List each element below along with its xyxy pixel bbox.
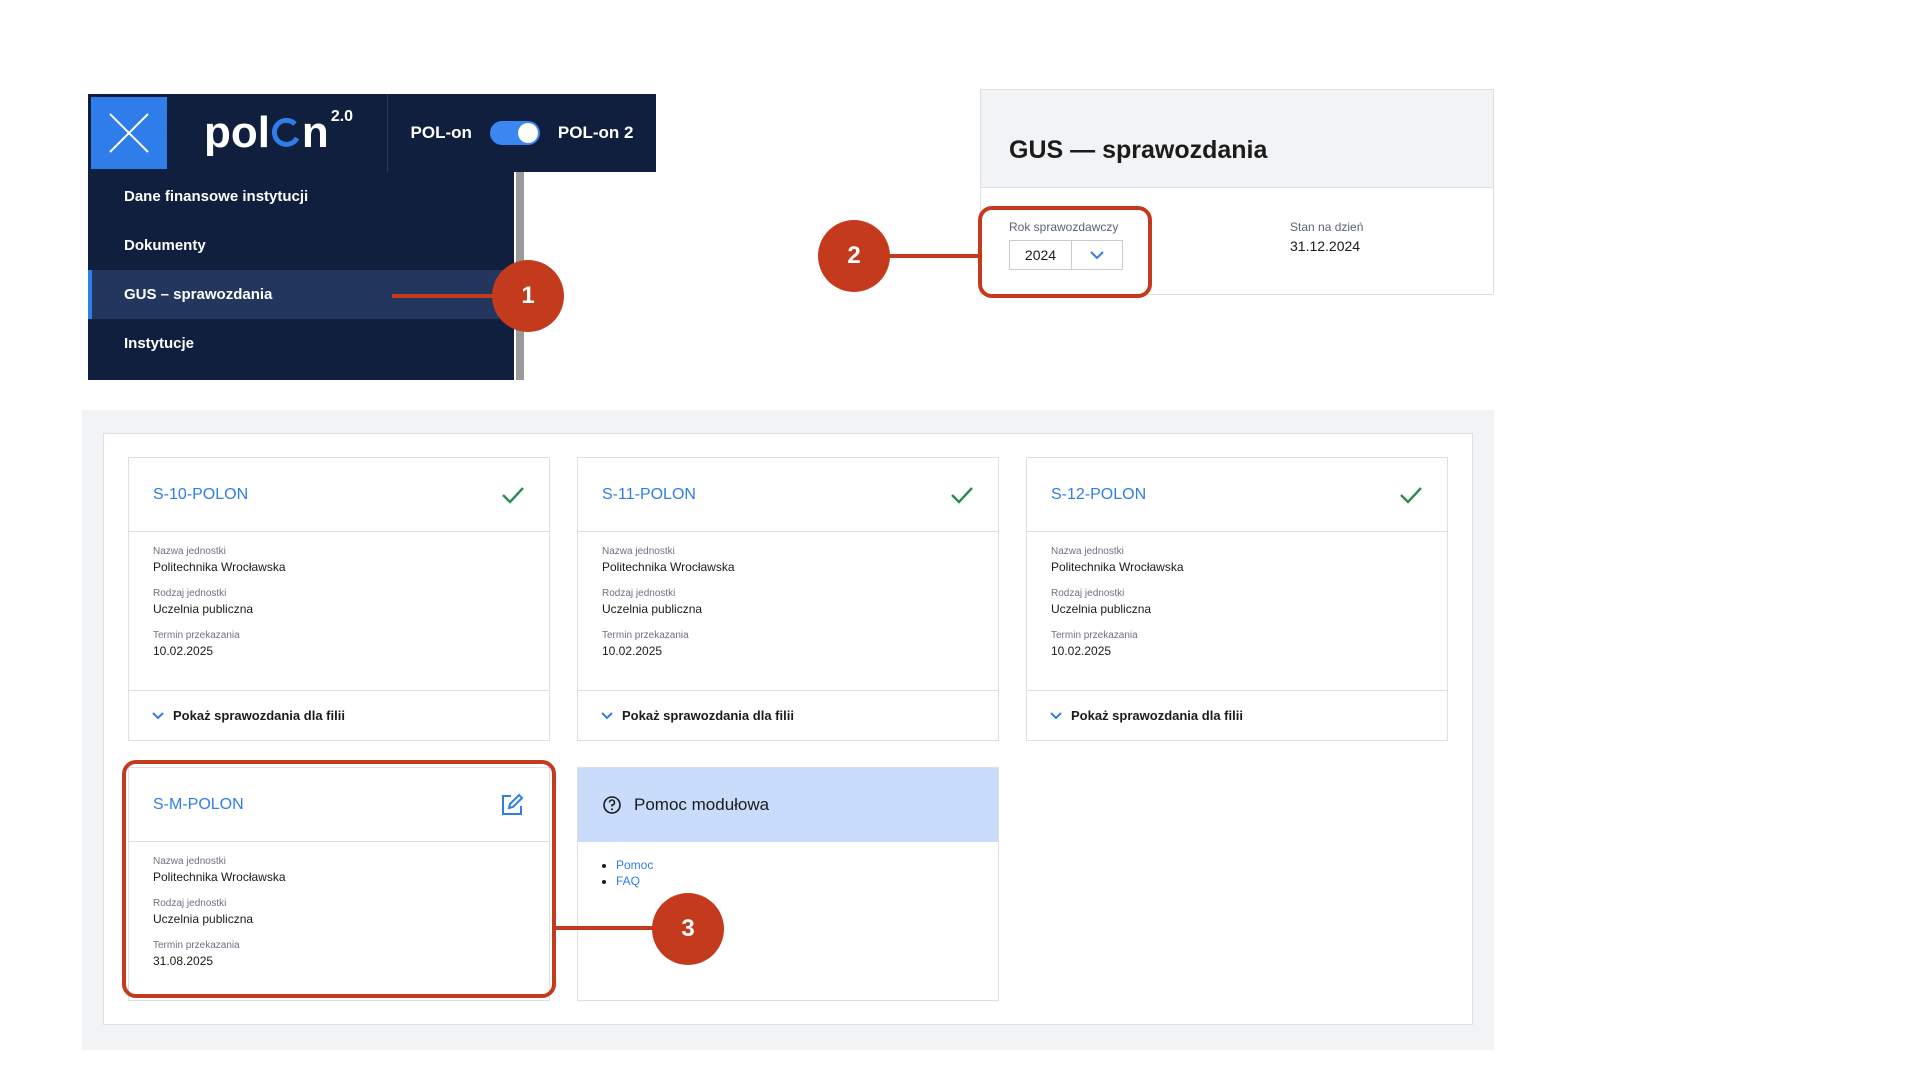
card-header: S-12-POLON [1027,458,1447,532]
help-title: Pomoc modułowa [634,795,770,814]
faq-link[interactable]: FAQ [616,874,640,888]
unit-type-label: Rodzaj jednostki [153,588,227,599]
deadline-label: Termin przekazania [1051,630,1138,641]
system-switch: POL-on POL-on 2 [388,94,656,172]
close-menu-button[interactable] [88,94,170,172]
switch-label-right: POL-on 2 [557,123,634,142]
unit-name-value: Politechnika Wrocławska [1051,560,1184,574]
unit-type-value: Uczelnia publiczna [602,602,703,616]
unit-name-label: Nazwa jednostki [602,546,675,557]
annotation-badge-2: 2 [818,220,890,292]
menu-item-documents[interactable]: Dokumenty [88,221,514,270]
card-body: Nazwa jednostki Politechnika Wrocławska … [1027,532,1447,678]
toggle-knob [517,123,538,143]
unit-type-value: Uczelnia publiczna [153,602,254,616]
annotation-line-3 [552,926,656,930]
unit-name-label: Nazwa jednostki [1051,546,1124,557]
help-header: Pomoc modułowa [578,768,998,842]
menu-item-institutions[interactable]: Instytucje [88,319,514,368]
help-link-item: Pomoc [616,858,998,872]
show-branch-reports-button[interactable]: Pokaż sprawozdania dla filii [578,690,998,740]
annotation-badge-1: 1 [492,260,564,332]
deadline-value: 10.02.2025 [153,644,214,658]
card-body: Nazwa jednostki Politechnika Wrocławska … [578,532,998,678]
show-branch-reports-label: Pokaż sprawozdania dla filii [1071,708,1243,723]
report-title-link[interactable]: S-10-POLON [153,486,248,504]
annotation-line-2 [886,254,980,258]
module-help-card: Pomoc modułowa Pomoc FAQ [577,767,999,1001]
faq-link-item: FAQ [616,874,998,888]
as-of-date-field: Stan na dzień 31.12.2024 [1290,220,1363,254]
app-topbar: pol n 2.0 POL-on POL-on 2 [88,94,656,172]
close-icon [109,113,149,153]
help-icon [603,796,621,814]
check-icon [951,486,973,504]
report-title-link[interactable]: S-11-POLON [602,486,696,504]
check-icon [1400,486,1422,504]
deadline-label: Termin przekazania [153,630,240,641]
report-card-s12: S-12-POLON Nazwa jednostki Politechnika … [1026,457,1448,741]
deadline-value: 10.02.2025 [602,644,663,658]
help-link[interactable]: Pomoc [616,858,653,872]
unit-name-value: Politechnika Wrocławska [153,560,286,574]
annotation-badge-3: 3 [652,893,724,965]
system-toggle[interactable] [489,121,540,145]
annotation-line-1 [392,294,498,298]
switch-label-left: POL-on [410,123,472,142]
unit-type-value: Uczelnia publiczna [1051,602,1152,616]
card-header: S-10-POLON [129,458,549,532]
page-title: GUS — sprawozdania [981,90,1493,188]
annotation-frame-2 [978,206,1152,298]
as-of-date-value: 31.12.2024 [1290,238,1361,254]
logo-tail: n [301,108,329,157]
chevron-down-icon [152,711,164,719]
deadline-label: Termin przekazania [602,630,689,641]
report-title-link[interactable]: S-12-POLON [1051,486,1146,504]
report-card-s10: S-10-POLON Nazwa jednostki Politechnika … [128,457,550,741]
unit-name-label: Nazwa jednostki [153,546,226,557]
unit-type-label: Rodzaj jednostki [602,588,676,599]
logo-o-icon [271,118,300,147]
logo-version: 2.0 [330,108,354,125]
show-branch-reports-label: Pokaż sprawozdania dla filii [173,708,345,723]
unit-type-label: Rodzaj jednostki [1051,588,1125,599]
help-links: Pomoc FAQ [578,858,998,888]
chevron-down-icon [1050,711,1062,719]
show-branch-reports-button[interactable]: Pokaż sprawozdania dla filii [1027,690,1447,740]
show-branch-reports-button[interactable]: Pokaż sprawozdania dla filii [129,690,549,740]
show-branch-reports-label: Pokaż sprawozdania dla filii [622,708,794,723]
card-header: S-11-POLON [578,458,998,532]
polon-logo: pol n 2.0 [170,94,388,172]
chevron-down-icon [601,711,613,719]
card-body: Nazwa jednostki Politechnika Wrocławska … [129,532,549,678]
as-of-date-label: Stan na dzień [1290,220,1364,234]
annotation-frame-3 [122,760,556,998]
deadline-value: 10.02.2025 [1051,644,1112,658]
check-icon [502,486,524,504]
side-menu: Dane finansowe instytucji Dokumenty GUS … [88,172,514,380]
report-card-s11: S-11-POLON Nazwa jednostki Politechnika … [577,457,999,741]
logo-text: pol [203,108,270,157]
unit-name-value: Politechnika Wrocławska [602,560,735,574]
menu-item-finance[interactable]: Dane finansowe instytucji [88,172,514,221]
